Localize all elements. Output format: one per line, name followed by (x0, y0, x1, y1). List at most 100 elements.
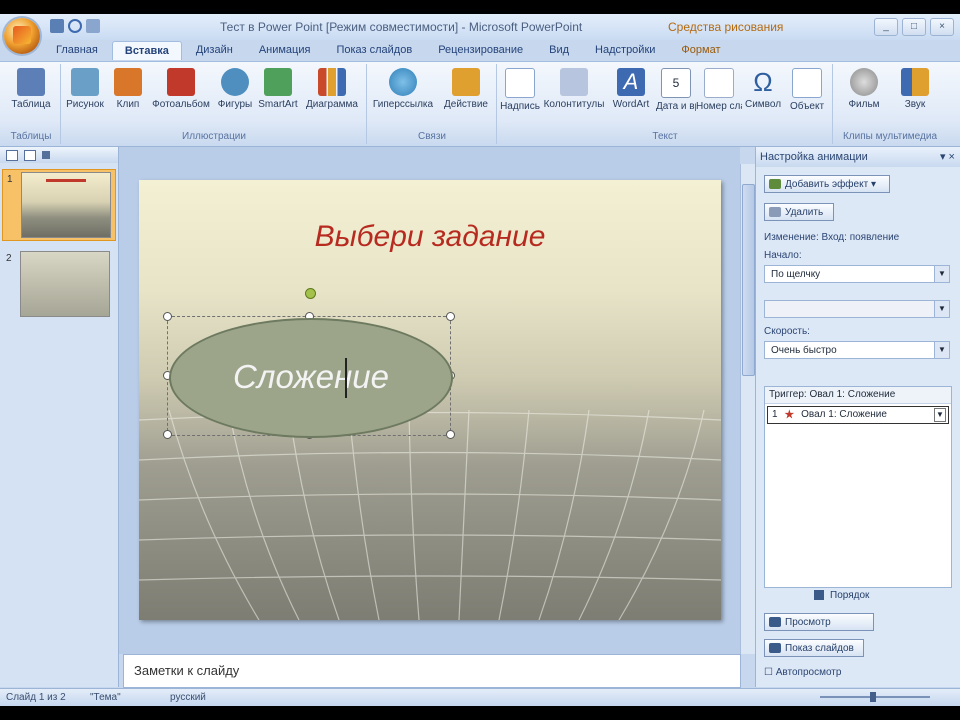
save-icon[interactable] (50, 19, 64, 33)
photo-album-icon (167, 68, 195, 96)
animation-item[interactable]: 1 Овал 1: Сложение ▼ (767, 406, 949, 424)
taskpane-header: Настройка анимации ▾ × (756, 147, 960, 167)
chevron-down-icon[interactable]: ▼ (934, 266, 949, 282)
chart-icon (318, 68, 346, 96)
slide-thumbnail[interactable]: 2 (2, 249, 114, 319)
date-time-icon: 5 (661, 68, 691, 98)
trigger-header[interactable]: Триггер: Овал 1: Сложение (765, 387, 951, 404)
chevron-down-icon[interactable]: ▼ (934, 301, 949, 317)
group-links: Гиперссылка Действие Связи (368, 64, 497, 144)
minimize-button[interactable]: _ (874, 18, 898, 36)
status-bar: Слайд 1 из 2 "Тема" русский (0, 688, 960, 706)
notes-pane[interactable]: Заметки к слайду (123, 654, 741, 688)
remove-button[interactable]: Удалить (764, 203, 834, 221)
language[interactable]: русский (170, 692, 206, 703)
header-footer-icon (560, 68, 588, 96)
tab-addins[interactable]: Надстройки (583, 41, 667, 60)
slide-editing-area: Выбери задание Сложение (119, 147, 740, 654)
add-effect-button[interactable]: Добавить эффект ▾ (764, 175, 890, 193)
zoom-thumb[interactable] (870, 692, 876, 702)
play-icon (769, 617, 781, 627)
photo-album-button[interactable]: Фотоальбом (148, 68, 214, 110)
smartart-icon (264, 68, 292, 96)
action-button[interactable]: Действие (438, 68, 494, 110)
custom-animation-pane: Настройка анимации ▾ × Добавить эффект ▾… (755, 147, 960, 687)
rotation-handle[interactable] (305, 288, 316, 299)
close-button[interactable]: × (930, 18, 954, 36)
oval-shape[interactable]: Сложение (169, 318, 453, 438)
slide-title[interactable]: Выбери задание (139, 220, 721, 254)
wordart-button[interactable]: A WordArt (606, 68, 656, 110)
wordart-icon: A (617, 68, 645, 96)
start-select[interactable]: По щелчку ▼ (764, 265, 950, 283)
sound-button[interactable]: Звук (890, 68, 940, 110)
undo-icon[interactable] (68, 19, 82, 33)
clipart-button[interactable]: Клип (108, 68, 148, 110)
close-icon[interactable]: ▾ × (940, 147, 955, 167)
tab-format[interactable]: Формат (669, 41, 732, 60)
slide-count: Слайд 1 из 2 (6, 692, 66, 703)
resize-handle[interactable] (446, 312, 455, 321)
tab-slideshow[interactable]: Показ слайдов (324, 41, 424, 60)
slide-thumbnail[interactable]: 1 (2, 169, 116, 241)
play-button[interactable]: Просмотр (764, 613, 874, 631)
movie-button[interactable]: Фильм (838, 68, 890, 110)
start-label: Начало: (764, 250, 802, 261)
current-slide[interactable]: Выбери задание Сложение (139, 180, 721, 620)
outline-tab-icon[interactable] (24, 149, 36, 161)
chevron-down-icon[interactable]: ▼ (934, 408, 946, 422)
clipart-icon (114, 68, 142, 96)
drawing-tools-label: Средства рисования (668, 20, 784, 34)
reorder-up-icon[interactable] (814, 590, 824, 601)
autopreview-checkbox[interactable]: ☐ Автопросмотр (764, 667, 841, 678)
tab-review[interactable]: Рецензирование (426, 41, 535, 60)
office-button[interactable] (4, 18, 40, 54)
date-time-button[interactable]: 5 Дата и время (656, 68, 696, 112)
action-icon (452, 68, 480, 96)
hyperlink-button[interactable]: Гиперссылка (368, 68, 438, 110)
ribbon-tabs: Главная Вставка Дизайн Анимация Показ сл… (44, 41, 732, 60)
tab-design[interactable]: Дизайн (184, 41, 245, 60)
chart-button[interactable]: Диаграмма (300, 68, 364, 110)
slide-number-button[interactable]: Номер слайда (696, 68, 742, 112)
textbox-button[interactable]: Надпись (498, 68, 542, 112)
group-illustrations: Рисунок Клип Фотоальбом Фигуры SmartArt … (62, 64, 367, 144)
object-button[interactable]: Объект (784, 68, 830, 112)
header-footer-button[interactable]: Колонтитулы (542, 68, 606, 110)
slideshow-button[interactable]: Показ слайдов (764, 639, 864, 657)
resize-handle[interactable] (163, 312, 172, 321)
tab-insert[interactable]: Вставка (111, 41, 182, 60)
group-media: Фильм Звук Клипы мультимедиа (834, 64, 946, 144)
tab-home[interactable]: Главная (44, 41, 110, 60)
tab-view[interactable]: Вид (537, 41, 581, 60)
movie-icon (850, 68, 878, 96)
speed-select[interactable]: Очень быстро ▼ (764, 341, 950, 359)
slideshow-icon (769, 643, 781, 653)
entrance-effect-icon (784, 409, 795, 419)
close-pane-icon[interactable] (42, 151, 50, 159)
scrollbar-thumb[interactable] (742, 184, 755, 376)
picture-button[interactable]: Рисунок (62, 68, 108, 110)
slide-thumbnail-image (21, 172, 111, 238)
zoom-slider[interactable] (800, 692, 950, 702)
maximize-button[interactable]: □ (902, 18, 926, 36)
slides-tab-icon[interactable] (6, 149, 18, 161)
resize-handle[interactable] (163, 430, 172, 439)
chevron-down-icon[interactable]: ▼ (934, 342, 949, 358)
redo-icon[interactable] (86, 19, 100, 33)
slide-number-icon (704, 68, 734, 98)
slides-pane: 1 2 (0, 147, 119, 687)
resize-handle[interactable] (446, 430, 455, 439)
textbox-icon (505, 68, 535, 98)
property-select[interactable]: ▼ (764, 300, 950, 318)
oval-shape-text[interactable]: Сложение (171, 358, 451, 396)
smartart-button[interactable]: SmartArt (256, 68, 300, 110)
reorder-control[interactable]: Порядок (814, 590, 869, 601)
tab-animation[interactable]: Анимация (247, 41, 323, 60)
vertical-scrollbar[interactable] (740, 164, 755, 654)
notes-placeholder: Заметки к слайду (134, 663, 240, 678)
shapes-button[interactable]: Фигуры (214, 68, 256, 110)
symbol-button[interactable]: Ω Символ (742, 68, 784, 110)
table-button[interactable]: Таблица (2, 68, 60, 110)
slide-thumbnail-image (20, 251, 110, 317)
